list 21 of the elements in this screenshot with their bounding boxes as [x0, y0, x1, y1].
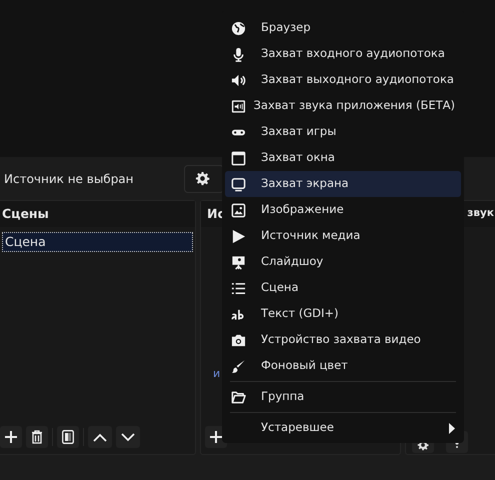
submenu-item[interactable]: Устаревшее — [225, 415, 461, 441]
source-status: Источник не выбран — [4, 170, 134, 188]
menu-item[interactable]: Устройство захвата видео — [225, 327, 461, 353]
menu-item[interactable]: Фоновый цвет — [225, 353, 461, 379]
menu-item[interactable]: Захват звука приложения (БЕТА) — [225, 93, 461, 119]
menu-item[interactable]: Захват экрана — [225, 171, 461, 197]
panel-title: Сцены — [2, 204, 49, 223]
menu-item[interactable]: Группа — [225, 384, 461, 410]
scene-item[interactable]: Сцена — [2, 232, 193, 252]
menu-item[interactable]: Текст (GDI+) — [225, 301, 461, 327]
menu-item[interactable]: Захват входного аудиопотока — [225, 41, 461, 67]
menu-item[interactable]: Захват игры — [225, 119, 461, 145]
menu-item[interactable]: Слайдшоу — [225, 249, 461, 275]
menu-item[interactable]: Источник медиа — [225, 223, 461, 249]
menu-item[interactable]: Браузер — [225, 15, 461, 41]
menu-item[interactable]: Захват выходного аудиопотока — [225, 67, 461, 93]
hint-text: и — [213, 366, 220, 382]
menu-item[interactable]: Сцена — [225, 275, 461, 301]
panel-title: звук — [467, 206, 494, 222]
menu-item[interactable]: Изображение — [225, 197, 461, 223]
menu-item[interactable]: Захват окна — [225, 145, 461, 171]
